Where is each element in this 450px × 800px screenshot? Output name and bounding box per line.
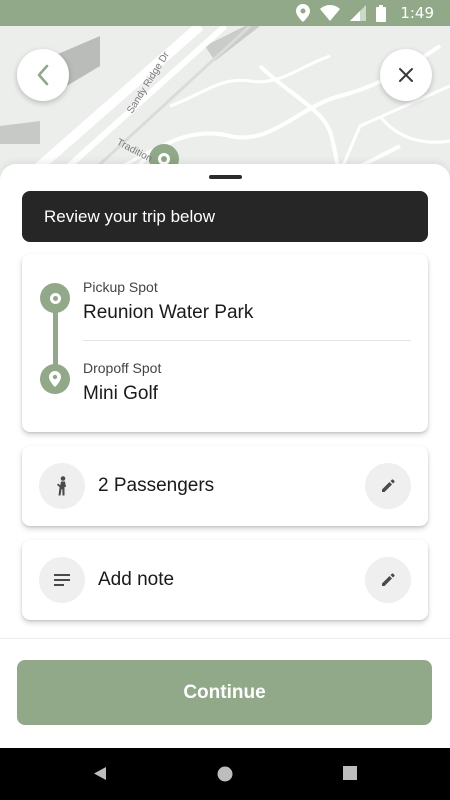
battery-icon bbox=[376, 4, 387, 22]
pickup-label: Pickup Spot bbox=[83, 279, 158, 295]
continue-button[interactable]: Continue bbox=[17, 660, 432, 725]
dropoff-label: Dropoff Spot bbox=[83, 360, 162, 376]
review-banner: Review your trip below bbox=[22, 191, 428, 242]
notes-icon bbox=[39, 557, 85, 603]
pencil-icon bbox=[382, 573, 395, 586]
edit-passengers-button[interactable] bbox=[365, 463, 411, 509]
route-divider bbox=[83, 340, 411, 341]
trip-review-sheet: Review your trip below Pickup Spot Reuni… bbox=[0, 164, 450, 748]
wifi-icon bbox=[320, 5, 341, 21]
dropoff-name[interactable]: Mini Golf bbox=[83, 383, 158, 405]
note-text: Add note bbox=[98, 569, 175, 590]
back-triangle-icon[interactable] bbox=[93, 766, 107, 781]
banner-text: Review your trip below bbox=[44, 206, 216, 226]
back-button[interactable] bbox=[17, 49, 69, 101]
recents-square-icon[interactable] bbox=[343, 766, 357, 780]
pencil-icon bbox=[382, 479, 395, 492]
passengers-text: 2 Passengers bbox=[98, 475, 215, 496]
location-icon bbox=[296, 4, 311, 22]
chevron-left-icon bbox=[37, 64, 49, 86]
status-bar: 1:49 bbox=[0, 0, 450, 26]
close-icon bbox=[399, 68, 413, 82]
home-circle-icon[interactable] bbox=[217, 766, 233, 782]
footer-divider bbox=[0, 638, 450, 639]
pickup-pin-icon bbox=[40, 283, 70, 313]
close-button[interactable] bbox=[380, 49, 432, 101]
passengers-card[interactable]: 2 Passengers bbox=[22, 446, 428, 526]
pickup-name[interactable]: Reunion Water Park bbox=[83, 302, 253, 324]
route-card: Pickup Spot Reunion Water Park Dropoff S… bbox=[22, 254, 428, 432]
system-nav-bar bbox=[0, 748, 450, 800]
drag-handle[interactable] bbox=[209, 175, 242, 179]
note-card[interactable]: Add note bbox=[22, 540, 428, 620]
person-icon bbox=[39, 463, 85, 509]
signal-icon bbox=[350, 5, 367, 21]
dropoff-pin-icon bbox=[40, 364, 70, 394]
edit-note-button[interactable] bbox=[365, 557, 411, 603]
status-time: 1:49 bbox=[400, 4, 434, 22]
